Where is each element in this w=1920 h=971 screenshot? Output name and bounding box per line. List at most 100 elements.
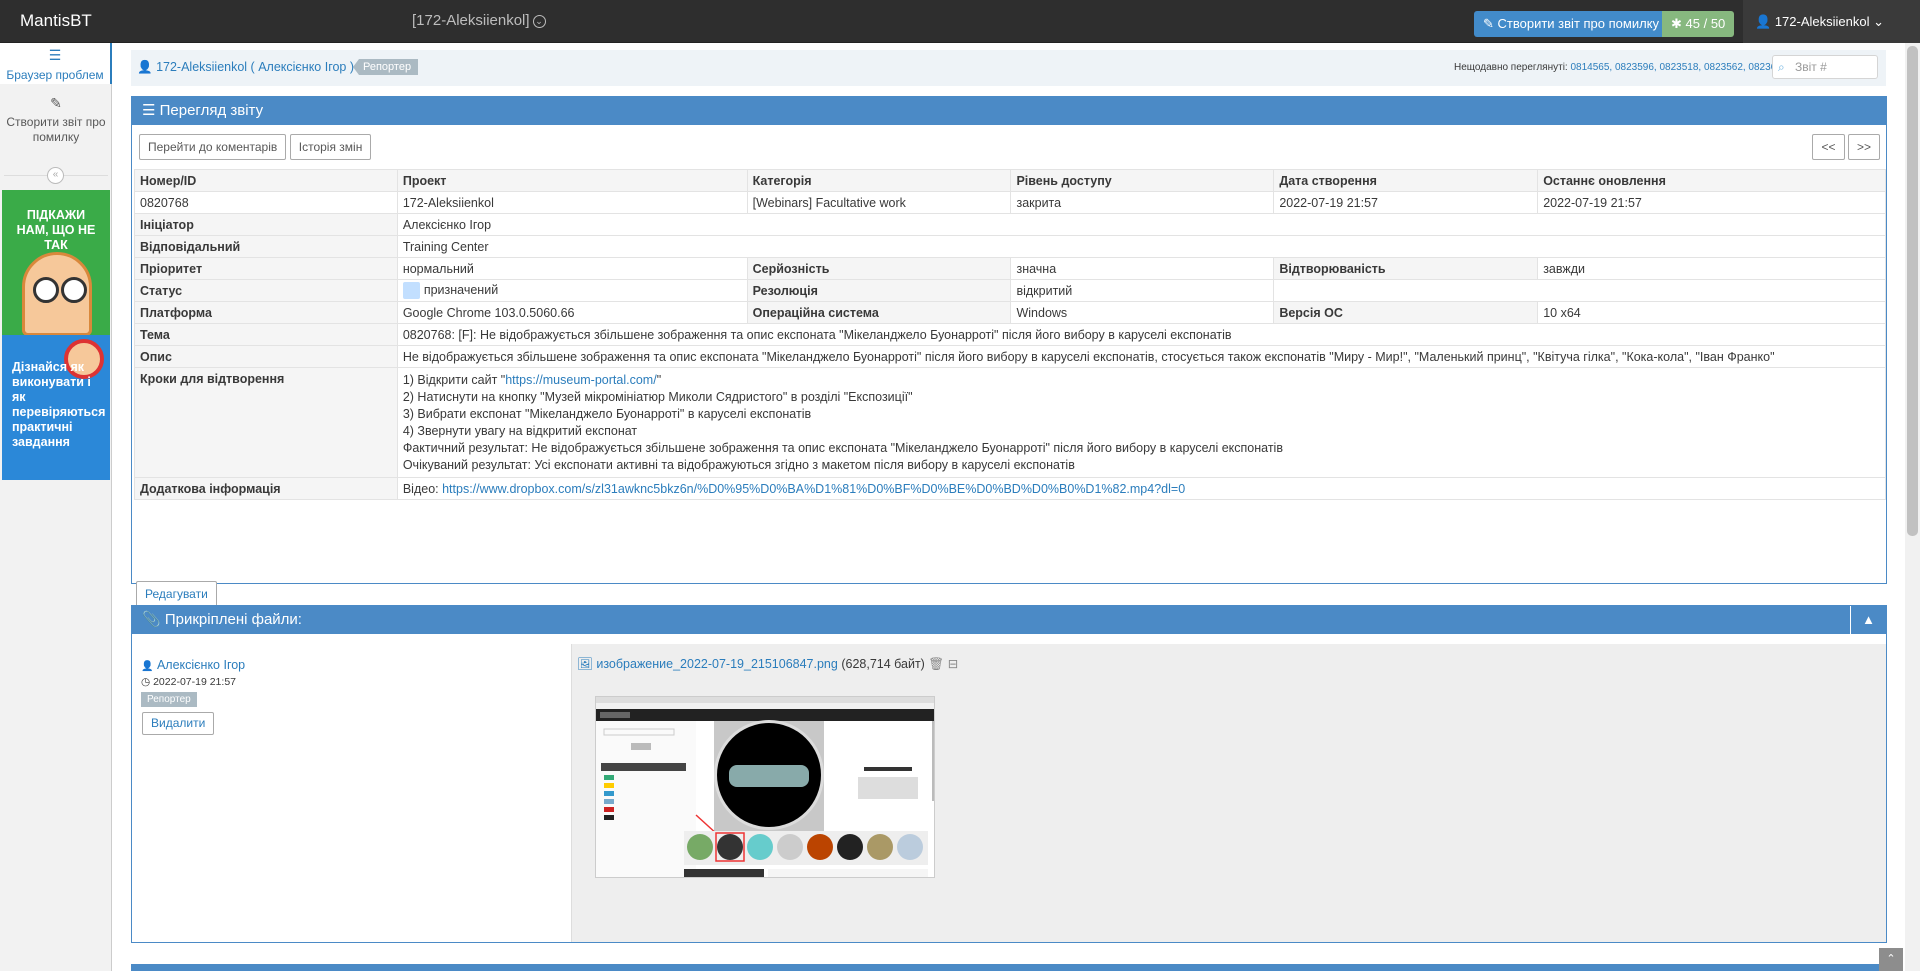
edit-icon: ✎ <box>50 95 62 111</box>
reproducibility-value: завжди <box>1537 257 1886 280</box>
toolbar: Перейти до коментарів Історія змін <box>139 134 372 160</box>
report-issue-button[interactable]: ✎ Створити звіт про помилку <box>1474 11 1669 37</box>
issue-last-updated: 2022-07-19 21:57 <box>1537 191 1886 214</box>
os-version-label: Версія ОС <box>1273 301 1539 324</box>
attachment-preview: 🖼 изображение_2022-07-19_215106847.png (… <box>571 644 1886 942</box>
step-2: 2) Натиснути на кнопку "Музей мікромініа… <box>402 389 913 404</box>
table-header-row: Номер/ID Проект Категорія Рівень доступу… <box>134 169 1886 192</box>
header-category: Категорія <box>746 169 1012 192</box>
bug-icon: ✱ <box>1671 16 1682 31</box>
attachment-author[interactable]: 👤 Алексієнко Ігор <box>141 658 245 672</box>
museum-portal-link[interactable]: https://museum-portal.com/ <box>505 373 656 387</box>
issue-search-input[interactable]: ⌕ Звіт # <box>1772 55 1878 79</box>
chevron-down-icon: ⌄ <box>532 14 546 28</box>
scrollbar-thumb[interactable] <box>1907 46 1918 536</box>
platform-label: Платформа <box>134 301 398 324</box>
breadcrumb-user[interactable]: 👤 172-Aleksiienkol ( Алексієнко Ігор ) <box>137 60 354 75</box>
sidebar-item-issues[interactable]: ☰ Браузер проблем <box>0 43 112 84</box>
edit-icon: ✎ <box>1483 16 1494 31</box>
description-label: Опис <box>134 345 398 368</box>
recently-viewed-links[interactable]: 0814565, 0823596, 0823518, 0823562, 0823… <box>1570 62 1787 73</box>
issue-view-status: закрита <box>1010 191 1275 214</box>
image-file-icon: 🖼 <box>577 657 593 671</box>
nav-buttons: << >> <box>1812 134 1880 160</box>
collapse-preview-icon[interactable]: ⊟ <box>948 657 958 671</box>
reporter-label: Ініціатор <box>134 213 398 236</box>
table-row: Кроки для відтворення 1) Відкрити сайт "… <box>134 367 1887 478</box>
user-menu[interactable]: 👤 172-Aleksiienkol ⌄ <box>1743 0 1920 43</box>
table-row: 0820768 172-Aleksiienkol [Webinars] Facu… <box>134 191 1886 214</box>
list-icon: ☰ <box>48 47 62 63</box>
issue-date-submitted: 2022-07-19 21:57 <box>1273 191 1539 214</box>
next-issue-button[interactable]: >> <box>1847 134 1880 160</box>
table-row: Відповідальний Training Center <box>134 235 1887 258</box>
attachment-file-link[interactable]: изображение_2022-07-19_215106847.png <box>596 657 837 671</box>
priority-value: нормальний <box>396 257 748 280</box>
attachment-screenshot-image <box>596 697 934 877</box>
top-navbar: MantisBT [172-Aleksiienkol] ⌄ ✎ Створити … <box>0 0 1920 43</box>
collapse-sidebar-icon[interactable]: « <box>47 167 64 184</box>
issue-category: [Webinars] Facultative work <box>746 191 1012 214</box>
reporter-value: Алексієнко Ігор <box>396 213 1887 236</box>
attachment-author-name: Алексієнко Ігор <box>156 658 246 672</box>
attachment-thumbnail[interactable] <box>595 696 935 878</box>
step-1-prefix: 1) Відкрити сайт " <box>402 372 506 387</box>
user-icon: 👤 <box>141 661 154 672</box>
handler-label: Відповідальний <box>134 235 398 258</box>
table-row: Пріоритет нормальний Серйозність значна … <box>134 257 1886 280</box>
status-value: призначений <box>396 279 748 302</box>
project-selector-label: [172-Aleksiienkol] <box>412 12 530 29</box>
issue-project: 172-Aleksiienkol <box>396 191 748 214</box>
sidebar-item-report[interactable]: ✎ Створити звіт про помилку <box>0 86 112 156</box>
project-selector[interactable]: [172-Aleksiienkol] ⌄ <box>412 12 546 29</box>
header-date-submitted: Дата створення <box>1273 169 1539 192</box>
feedback-banner[interactable]: ПІДКАЖИ НАМ, ЩО НЕ ТАК <box>2 190 110 335</box>
table-row: Тема 0820768: [F]: Не відображується збі… <box>134 323 1887 346</box>
delete-row: Видалити <box>142 712 215 735</box>
additional-info-value: Відео: https://www.dropbox.com/s/zl31awk… <box>396 477 1887 500</box>
learn-banner[interactable]: Дізнайся як виконувати і як перевіряютьс… <box>2 335 110 480</box>
header-view-status: Рівень доступу <box>1010 169 1275 192</box>
steps-label: Кроки для відтворення <box>134 367 398 478</box>
attachments-widget: 📎 Прикріплені файли: ▲ 👤 Алексієнко Ігор… <box>131 605 1887 943</box>
table-row: Платформа Google Chrome 103.0.5060.66 Оп… <box>134 301 1886 324</box>
status-text: призначений <box>423 282 499 297</box>
issue-count-badge[interactable]: ✱ 45 / 50 <box>1662 11 1735 37</box>
trash-icon[interactable]: 🗑 <box>928 657 944 671</box>
report-issue-label: Створити звіт про помилку <box>1497 16 1660 31</box>
role-badge: Репортер <box>353 59 419 75</box>
table-row: Статус призначений Резолюція відкритий <box>134 279 1886 302</box>
actual-result: Фактичний результат: Не відображується з… <box>402 440 1283 455</box>
jump-to-notes-button[interactable]: Перейти до коментарів <box>139 134 287 160</box>
chevron-up-icon[interactable]: ▲ <box>1850 606 1886 634</box>
learn-banner-text: Дізнайся як виконувати і як перевіряютьс… <box>12 360 106 449</box>
step-3: 3) Вибрати експонат "Мікеланджело Буонар… <box>402 406 812 421</box>
os-label: Операційна система <box>746 301 1012 324</box>
prev-issue-button[interactable]: << <box>1812 134 1845 160</box>
step-4: 4) Звернути увагу на відкритий експонат <box>402 423 638 438</box>
issue-details-table: Номер/ID Проект Категорія Рівень доступу… <box>134 169 1887 500</box>
issue-id: 0820768 <box>134 191 398 214</box>
user-icon: 👤 <box>1755 14 1772 29</box>
scroll-to-top-icon[interactable]: ⌃ <box>1879 948 1903 971</box>
widget-body: Перейти до коментарів Історія змін << >>… <box>132 125 1887 607</box>
brand-logo[interactable]: MantisBT <box>20 11 92 31</box>
search-icon: ⌕ <box>1778 60 1785 74</box>
sidebar-item-label: Браузер проблем <box>6 68 104 82</box>
severity-label: Серйозність <box>746 257 1012 280</box>
history-button[interactable]: Історія змін <box>289 134 372 160</box>
sidebar-item-label: Створити звіт про помилку <box>6 115 106 144</box>
view-issue-widget: ☰ Перегляд звіту Перейти до коментарів І… <box>131 96 1887 607</box>
video-link[interactable]: https://www.dropbox.com/s/zl31awknc5bkz6… <box>442 482 1185 496</box>
edit-button[interactable]: Редагувати <box>136 581 217 607</box>
user-icon: 👤 <box>137 60 153 74</box>
header-id: Номер/ID <box>134 169 398 192</box>
delete-attachment-button[interactable]: Видалити <box>142 712 215 735</box>
steps-value: 1) Відкрити сайт "https://museum-portal.… <box>396 367 1887 478</box>
description-value: Не відображується збільшене зображення т… <box>396 345 1887 368</box>
step-1-suffix: " <box>656 372 662 387</box>
user-menu-label: 172-Aleksiienkol <box>1774 14 1870 29</box>
page-title: Перегляд звіту <box>159 102 264 119</box>
issue-count-label: 45 / 50 <box>1685 16 1726 31</box>
priority-label: Пріоритет <box>134 257 398 280</box>
